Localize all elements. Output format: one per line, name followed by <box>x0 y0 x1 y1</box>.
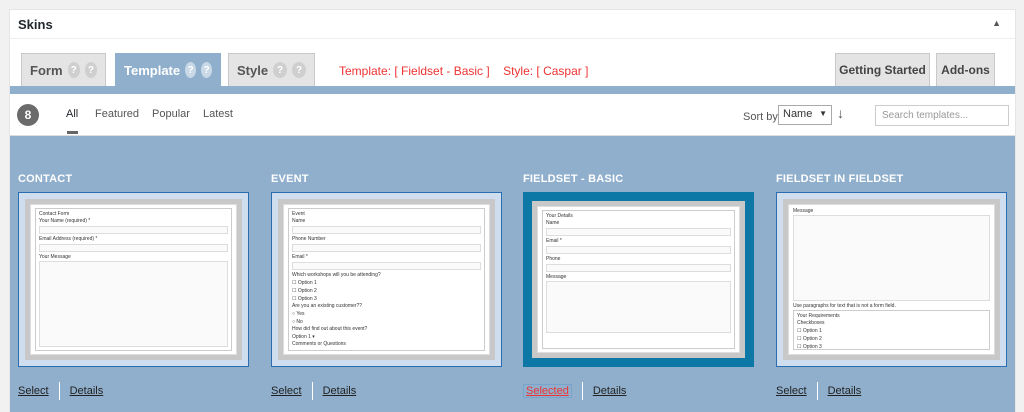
panel-title: Skins <box>18 17 53 32</box>
details-link[interactable]: Details <box>323 385 357 397</box>
fieldset-legend: Contact Form <box>39 211 70 217</box>
card-title: EVENT <box>271 173 309 185</box>
tab-bar: Form ? ? Template ? ? Style ? ? Template… <box>10 40 1015 86</box>
filter-bar: 8 All Featured Popular Latest Sort by Na… <box>10 94 1015 136</box>
card-actions: Select Details <box>776 382 861 400</box>
templates-grid: CONTACT Contact Form Your Name (required… <box>10 136 1015 412</box>
template-thumbnail[interactable]: Contact Form Your Name (required) * Emai… <box>18 192 249 367</box>
info-icon[interactable]: ? <box>185 62 197 78</box>
tab-style[interactable]: Style ? ? <box>228 53 315 86</box>
addons-tab[interactable]: Add-ons <box>936 53 995 86</box>
card-actions: Select Details <box>271 382 356 400</box>
filter-active-underline <box>67 131 78 134</box>
search-templates-input[interactable]: Search templates... <box>875 105 1009 126</box>
template-thumbnail[interactable]: Event Name Phone Number Email * Which wo… <box>271 192 502 367</box>
card-title: FIELDSET IN FIELDSET <box>776 173 904 185</box>
select-link[interactable]: Select <box>18 385 49 397</box>
filter-popular[interactable]: Popular <box>152 108 190 120</box>
caret-up-icon[interactable]: ▲ <box>992 18 1001 28</box>
form-preview: Event Name Phone Number Email * Which wo… <box>283 204 490 355</box>
filter-all[interactable]: All <box>66 108 78 120</box>
sort-select[interactable]: Name ▼ <box>778 105 832 125</box>
form-preview: Contact Form Your Name (required) * Emai… <box>30 204 237 355</box>
template-thumbnail-selected[interactable]: Your Details Name Email * Phone Message <box>523 192 754 367</box>
tab-template-label: Template <box>124 62 181 78</box>
select-link[interactable]: Select <box>271 385 302 397</box>
tab-template[interactable]: Template ? ? <box>115 53 221 86</box>
tab-form[interactable]: Form ? ? <box>21 53 106 86</box>
info-icon[interactable]: ? <box>273 62 288 78</box>
card-title: CONTACT <box>18 173 73 185</box>
chevron-down-icon: ▼ <box>819 109 827 118</box>
current-template-info: Template: [ Fieldset - Basic ] Style: [ … <box>339 64 598 78</box>
template-thumbnail[interactable]: Message Use paragraphs for text that is … <box>776 192 1007 367</box>
details-link[interactable]: Details <box>70 385 104 397</box>
card-title: FIELDSET - BASIC <box>523 173 624 185</box>
details-link[interactable]: Details <box>828 385 862 397</box>
sort-direction-arrow-icon[interactable]: ↓ <box>837 105 844 121</box>
getting-started-tab[interactable]: Getting Started <box>835 53 930 86</box>
sort-by-label: Sort by <box>743 111 778 123</box>
help-icon[interactable]: ? <box>292 62 306 78</box>
card-actions: Select Details <box>18 382 103 400</box>
tab-form-label: Form <box>30 62 63 78</box>
current-template: Template: [ Fieldset - Basic ] <box>339 64 490 78</box>
tab-underline-bar <box>10 86 1015 94</box>
sort-select-value: Name <box>783 108 813 120</box>
select-link[interactable]: Select <box>776 385 807 397</box>
filter-featured[interactable]: Featured <box>95 108 139 120</box>
help-icon[interactable]: ? <box>201 62 212 78</box>
filter-latest[interactable]: Latest <box>203 108 233 120</box>
panel-header[interactable]: Skins ▲ <box>10 10 1015 39</box>
skins-panel: Skins ▲ Form ? ? Template ? ? Style ? ? … <box>9 9 1016 412</box>
tab-style-label: Style <box>237 62 269 78</box>
details-link[interactable]: Details <box>593 385 627 397</box>
current-style: Style: [ Caspar ] <box>503 64 589 78</box>
form-preview: Message Use paragraphs for text that is … <box>788 204 995 355</box>
form-preview: Your Details Name Email * Phone Message <box>537 206 740 353</box>
card-actions: Selected Details <box>523 382 626 400</box>
help-icon[interactable]: ? <box>84 62 97 78</box>
selected-link[interactable]: Selected <box>523 383 572 398</box>
info-icon[interactable]: ? <box>67 62 80 78</box>
template-count-badge: 8 <box>17 104 39 126</box>
